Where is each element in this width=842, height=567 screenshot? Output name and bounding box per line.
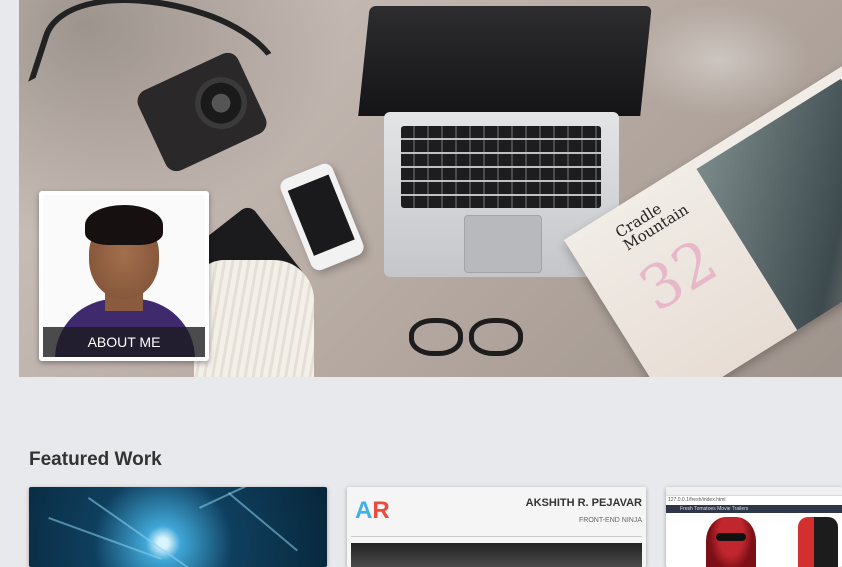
browser-chrome bbox=[666, 487, 842, 496]
magazine-art bbox=[696, 78, 842, 331]
site-banner-text: Fresh Tomatoes Movie Trailers bbox=[680, 506, 749, 512]
logo-letter-r: R bbox=[372, 497, 390, 524]
neuron-strand bbox=[87, 497, 204, 567]
logo-letter-a: A bbox=[355, 497, 373, 524]
about-me-label[interactable]: ABOUT ME bbox=[43, 327, 205, 357]
neuron-strand bbox=[199, 487, 300, 509]
work-card-movies[interactable]: 127.0.0.1/fresh/index.html Fresh Tomatoe… bbox=[666, 487, 842, 567]
ar-logo: AR bbox=[355, 497, 390, 525]
divider bbox=[351, 536, 642, 537]
eyeglasses-image bbox=[409, 318, 549, 358]
laptop-screen-image bbox=[358, 6, 652, 116]
about-me-card[interactable]: ABOUT ME bbox=[39, 191, 209, 361]
browser-url: 127.0.0.1/fresh/index.html bbox=[668, 497, 726, 503]
neuron-strand bbox=[227, 492, 298, 552]
movie-poster-image bbox=[798, 517, 838, 567]
keyboard-image bbox=[401, 126, 601, 208]
trackpad-image bbox=[464, 215, 542, 273]
avatar-hair bbox=[85, 205, 163, 245]
portfolio-preview-image bbox=[351, 543, 642, 567]
movie-poster-image bbox=[706, 517, 756, 567]
work-card-portfolio[interactable]: AR AKSHITH R. PEJAVAR FRONT-END NINJA bbox=[347, 487, 646, 567]
work-card-neuron[interactable] bbox=[29, 487, 327, 567]
portfolio-subheading: FRONT-END NINJA bbox=[579, 517, 642, 524]
blanket-image bbox=[194, 260, 314, 377]
featured-work-title: Featured Work bbox=[29, 449, 162, 470]
portfolio-heading: AKSHITH R. PEJAVAR bbox=[525, 497, 642, 509]
